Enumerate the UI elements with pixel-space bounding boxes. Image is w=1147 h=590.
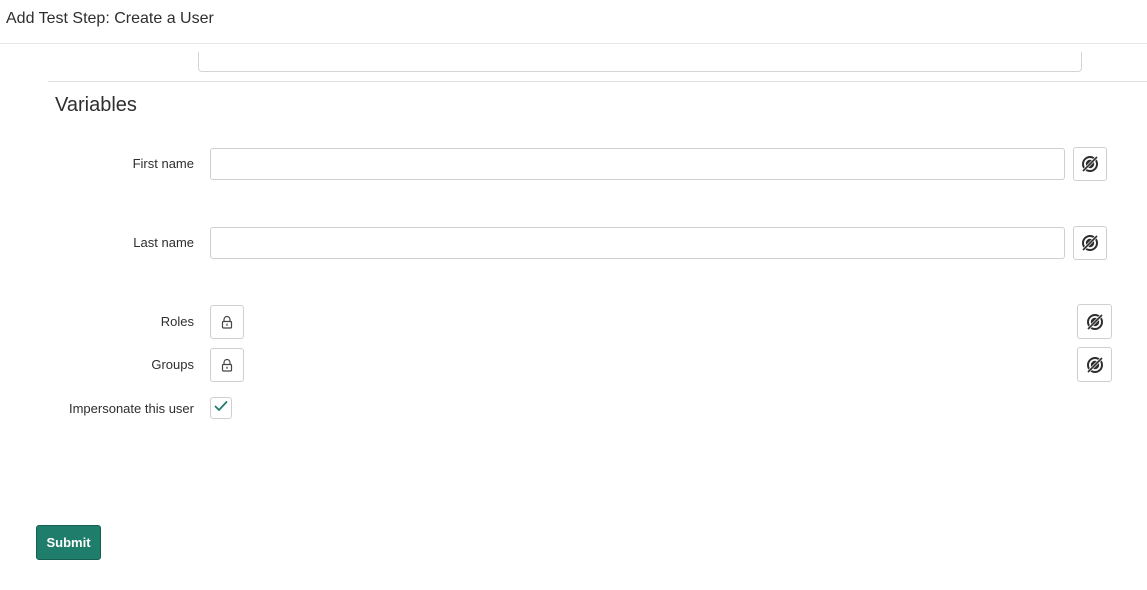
groups-unlock-button[interactable] bbox=[210, 348, 244, 382]
groups-label: Groups bbox=[151, 357, 194, 372]
lock-icon bbox=[220, 358, 234, 372]
data-pill-picker-icon bbox=[1084, 354, 1106, 376]
previous-field-textarea[interactable] bbox=[198, 52, 1082, 72]
data-pill-picker-icon bbox=[1079, 232, 1101, 254]
data-pill-picker-icon bbox=[1079, 153, 1101, 175]
roles-data-pill-button[interactable] bbox=[1077, 304, 1112, 339]
groups-data-pill-button[interactable] bbox=[1077, 347, 1112, 382]
section-divider bbox=[48, 81, 1147, 82]
first-name-label: First name bbox=[132, 156, 194, 171]
last-name-input[interactable] bbox=[210, 227, 1065, 259]
last-name-data-pill-button[interactable] bbox=[1073, 226, 1107, 260]
lock-icon bbox=[220, 315, 234, 329]
submit-button[interactable]: Submit bbox=[36, 525, 101, 560]
section-title-variables: Variables bbox=[55, 94, 137, 116]
roles-label: Roles bbox=[160, 314, 194, 329]
last-name-label: Last name bbox=[133, 235, 194, 250]
impersonate-checkbox[interactable] bbox=[210, 397, 232, 419]
impersonate-label: Impersonate this user bbox=[68, 401, 194, 416]
first-name-data-pill-button[interactable] bbox=[1073, 147, 1107, 181]
header-divider bbox=[0, 43, 1147, 44]
create-user-step-form: Add Test Step: Create a User Variables F… bbox=[0, 0, 1147, 590]
roles-unlock-button[interactable] bbox=[210, 305, 244, 339]
page-title: Add Test Step: Create a User bbox=[6, 10, 214, 27]
first-name-input[interactable] bbox=[210, 148, 1065, 180]
data-pill-picker-icon bbox=[1084, 311, 1106, 333]
checkmark-icon bbox=[214, 399, 228, 417]
